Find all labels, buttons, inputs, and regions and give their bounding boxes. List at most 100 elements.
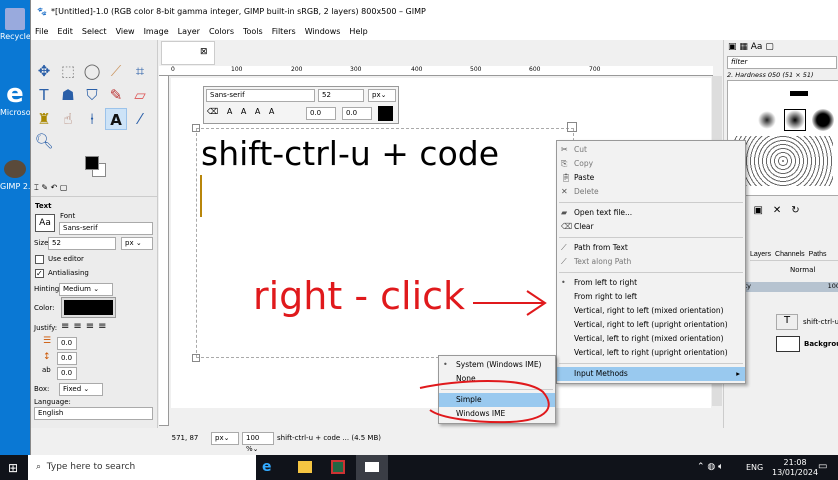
paths-tool-icon[interactable]: ⍿ (81, 108, 103, 130)
menu-item-input-methods[interactable]: Input Methods ▸ (557, 367, 745, 381)
text-tool-icon[interactable]: A (105, 108, 127, 130)
size-unit-select[interactable]: px ⌄ (121, 237, 153, 250)
menu-item-vertical-left-to-right-mixed-orientation[interactable]: Vertical, left to right (mixed orientati… (557, 332, 745, 346)
handle[interactable] (567, 122, 577, 132)
desktop-icon-edge[interactable]: e Microsoft Edge (0, 80, 30, 117)
color-picker-tool-icon[interactable]: ⁄ (129, 108, 151, 130)
menu-item-label: From left to right (574, 278, 638, 287)
taskbar: ⊞ ⌕ Type here to search e ⌃ ◍ 🔈︎ ENG 21:… (0, 455, 838, 480)
zoom-tool-icon[interactable]: 🔍︎ (33, 130, 55, 152)
style-buttons[interactable]: ⌫ A A A A (207, 107, 277, 116)
toolbar-size-input[interactable]: 52 (318, 89, 364, 102)
menu-windows[interactable]: Windows (305, 27, 341, 36)
notifications-icon[interactable]: ▭ (818, 461, 827, 472)
app-icon[interactable] (331, 460, 345, 474)
use-editor-checkbox[interactable] (35, 255, 44, 264)
edge-taskbar-icon[interactable]: e (262, 459, 272, 475)
unit-select[interactable]: px⌄ (211, 431, 239, 445)
letter-spacing-input[interactable]: 0.0 (57, 367, 77, 380)
eraser-tool-icon[interactable]: ▱ (129, 84, 151, 106)
windows-start-icon[interactable]: ⊞ (8, 461, 18, 475)
move-tool-icon[interactable]: ✥ (33, 60, 55, 82)
desktop-icon-recycle-bin[interactable]: Recycle Bin (0, 8, 30, 41)
tab-layers[interactable]: Layers (750, 248, 771, 260)
indent-input[interactable]: 0.0 (57, 337, 77, 350)
menu-item-open-text-file[interactable]: ▰ Open text file... (557, 206, 745, 220)
menu-tools[interactable]: Tools (243, 27, 263, 36)
toolbar-color-button[interactable] (378, 106, 393, 121)
kerning-input[interactable]: 0.0 (342, 107, 372, 120)
handle[interactable] (192, 354, 200, 362)
tool-options-tabs[interactable]: ⌶ ✎ ↶ ▢ (31, 183, 158, 197)
menu-view[interactable]: View (116, 27, 135, 36)
box-select[interactable]: Fixed ⌄ (59, 383, 103, 396)
font-preview-button[interactable]: Aa (35, 214, 55, 232)
image-tab[interactable]: ⊠ (161, 41, 215, 65)
gimp-taskbar-icon[interactable] (356, 455, 388, 480)
hinting-select[interactable]: Medium ⌄ (59, 283, 113, 296)
crop-tool-icon[interactable]: ⌗ (129, 60, 151, 82)
bucket-fill-tool-icon[interactable]: ⛉ (81, 84, 103, 106)
search-box[interactable]: ⌕ Type here to search (28, 455, 256, 480)
font-input[interactable]: Sans-serif (59, 222, 153, 235)
menu-item-vertical-left-to-right-upright-orientation[interactable]: Vertical, left to right (upright orienta… (557, 346, 745, 360)
fuzzy-select-tool-icon[interactable]: ⟋ (105, 60, 127, 82)
free-select-tool-icon[interactable]: ◯ (81, 60, 103, 82)
ruler-label: 500 (470, 66, 482, 73)
menu-edit[interactable]: Edit (57, 27, 73, 36)
selected-brush[interactable] (784, 109, 806, 131)
clone-tool-icon[interactable]: ♜ (33, 108, 55, 130)
color-label: Color: (34, 304, 55, 312)
layer-mode-select[interactable]: Normal (790, 266, 815, 274)
menu-item-clear[interactable]: ⌫ Clear (557, 220, 745, 234)
rect-select-tool-icon[interactable]: ⬚ (57, 60, 79, 82)
size-input[interactable]: 52 (48, 237, 116, 250)
menu-file[interactable]: File (35, 27, 48, 36)
menu-item-system-windows-ime[interactable]: • System (Windows IME) (439, 358, 555, 372)
menu-item-text-along-path[interactable]: ⟋ Text along Path (557, 255, 745, 269)
warp-transform-tool-icon[interactable]: ☗ (57, 84, 79, 106)
paintbrush-tool-icon[interactable]: ✎ (105, 84, 127, 106)
file-explorer-icon[interactable] (298, 461, 312, 473)
antialiasing-checkbox[interactable]: ✓ (35, 269, 44, 278)
language-indicator[interactable]: ENG (746, 463, 763, 472)
menu-layer[interactable]: Layer (178, 27, 200, 36)
toolbar-unit-select[interactable]: px⌄ (368, 89, 396, 102)
unified-transform-tool-icon[interactable]: T (33, 84, 55, 106)
zoom-select[interactable]: 100 %⌄ (242, 431, 274, 453)
foreground-color-swatch[interactable] (85, 156, 99, 170)
menu-select[interactable]: Select (82, 27, 107, 36)
desktop-icon-gimp[interactable]: GIMP 2.10 (0, 160, 30, 191)
brush-filter-input[interactable]: filter (727, 56, 837, 69)
tab-channels[interactable]: Channels (775, 248, 805, 260)
menu-item-from-right-to-left[interactable]: From right to left (557, 290, 745, 304)
menu-item-cut[interactable]: ✂ Cut (557, 143, 745, 157)
clock[interactable]: 21:08 13/01/2024 (772, 458, 818, 478)
tab-paths[interactable]: Paths (809, 248, 827, 260)
menu-item-vertical-right-to-left-upright-orientation[interactable]: Vertical, right to left (upright orienta… (557, 318, 745, 332)
language-input[interactable]: English (34, 407, 153, 420)
system-tray-icons[interactable]: ⌃ ◍ 🔈︎ (697, 462, 724, 472)
menu-item-label: From right to left (574, 292, 638, 301)
menu-item-vertical-right-to-left-mixed-orientation[interactable]: Vertical, right to left (mixed orientati… (557, 304, 745, 318)
menu-help[interactable]: Help (349, 27, 367, 36)
justify-buttons[interactable]: ≡≡≡≡ (61, 321, 111, 332)
menu-colors[interactable]: Colors (209, 27, 234, 36)
clear-icon: ⌫ (561, 222, 573, 231)
text-color-button[interactable] (61, 297, 116, 318)
handle[interactable] (192, 124, 200, 132)
menu-item-paste[interactable]: 📋︎ Paste (557, 171, 745, 185)
menu-item-from-left-to-right[interactable]: • From left to right (557, 276, 745, 290)
menu-image[interactable]: Image (144, 27, 169, 36)
baseline-input[interactable]: 0.0 (306, 107, 336, 120)
menu-item-path-from-text[interactable]: ⟋ Path from Text (557, 241, 745, 255)
menu-filters[interactable]: Filters (272, 27, 296, 36)
line-spacing-input[interactable]: 0.0 (57, 352, 77, 365)
dock-tabs[interactable]: ▣ ▦ Aa ▢ (728, 42, 774, 52)
close-icon[interactable]: ⊠ (200, 47, 208, 57)
title-bar: 🐾 *[Untitled]-1.0 (RGB color 8-bit gamma… (31, 0, 838, 22)
menu-item-delete[interactable]: ✕ Delete (557, 185, 745, 199)
smudge-tool-icon[interactable]: ☝ (57, 108, 79, 130)
menu-item-copy[interactable]: ⎘ Copy (557, 157, 745, 171)
toolbar-font-input[interactable]: Sans-serif (206, 89, 315, 102)
